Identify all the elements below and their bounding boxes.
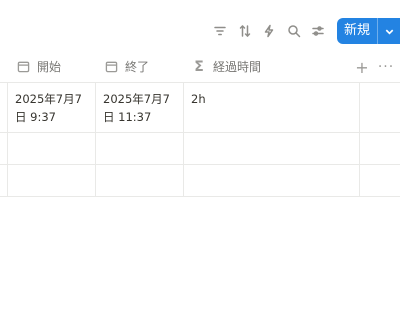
automation-icon[interactable]: [259, 21, 279, 41]
calendar-icon: [104, 60, 118, 74]
cell-extra[interactable]: [359, 133, 400, 164]
cell-start[interactable]: 2025年7月7日 9:37: [8, 83, 96, 132]
sort-icon[interactable]: [235, 21, 255, 41]
column-label-start: 開始: [37, 60, 62, 74]
cell-elapsed[interactable]: [184, 165, 359, 196]
table-row[interactable]: 2025年7月7日 9:37 2025年7月7日 11:37 2h: [0, 83, 400, 133]
cell-end[interactable]: [96, 165, 184, 196]
settings-icon[interactable]: [308, 21, 328, 41]
view-toolbar: 新規: [210, 18, 400, 44]
table-header: 開始 終了 Σ 経過時間 + ···: [0, 51, 400, 83]
new-button-label: 新規: [343, 23, 370, 38]
calendar-icon: [16, 60, 30, 74]
table-row[interactable]: [0, 165, 400, 197]
sigma-icon: Σ: [194, 58, 204, 75]
cell-elapsed[interactable]: [184, 133, 359, 164]
cell-end[interactable]: 2025年7月7日 11:37: [96, 83, 184, 132]
column-header-start[interactable]: 開始: [8, 51, 96, 82]
database-table: 開始 終了 Σ 経過時間 + ··· 2025年7月7日 9:37 2025年7…: [0, 51, 400, 197]
column-header-end[interactable]: 終了: [96, 51, 184, 82]
search-icon[interactable]: [284, 21, 304, 41]
cell-start[interactable]: [8, 133, 96, 164]
cell-elapsed[interactable]: 2h: [184, 83, 359, 132]
cell-start[interactable]: [8, 165, 96, 196]
chevron-down-icon[interactable]: [377, 18, 400, 44]
more-options-button[interactable]: ···: [372, 59, 400, 75]
table-row[interactable]: [0, 133, 400, 165]
cell-extra[interactable]: [359, 165, 400, 196]
cell-end[interactable]: [96, 133, 184, 164]
add-column-button[interactable]: +: [352, 58, 372, 77]
column-label-end: 終了: [125, 60, 150, 74]
new-button[interactable]: 新規: [336, 18, 400, 44]
column-header-elapsed[interactable]: Σ 経過時間: [184, 51, 359, 82]
column-label-elapsed: 経過時間: [213, 60, 262, 74]
cell-extra[interactable]: [359, 83, 400, 132]
filter-icon[interactable]: [210, 21, 230, 41]
